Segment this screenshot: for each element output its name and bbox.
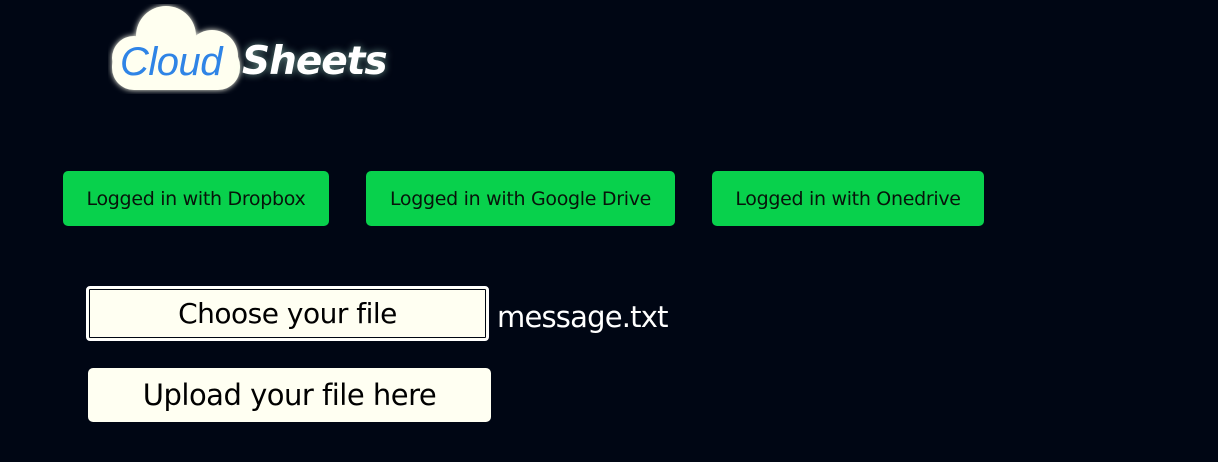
dropbox-login-button[interactable]: Logged in with Dropbox <box>63 171 329 226</box>
choose-file-button[interactable]: Choose your file <box>86 286 489 341</box>
logo-cloud-text: Cloud <box>120 40 223 84</box>
logo-sheets-text: Sheets <box>242 39 388 84</box>
selected-file-name: message.txt <box>497 300 668 334</box>
onedrive-login-button[interactable]: Logged in with Onedrive <box>712 171 984 226</box>
upload-file-button[interactable]: Upload your file here <box>88 368 491 422</box>
google-drive-login-button[interactable]: Logged in with Google Drive <box>366 171 675 226</box>
app-logo: Cloud Sheets <box>108 4 398 100</box>
